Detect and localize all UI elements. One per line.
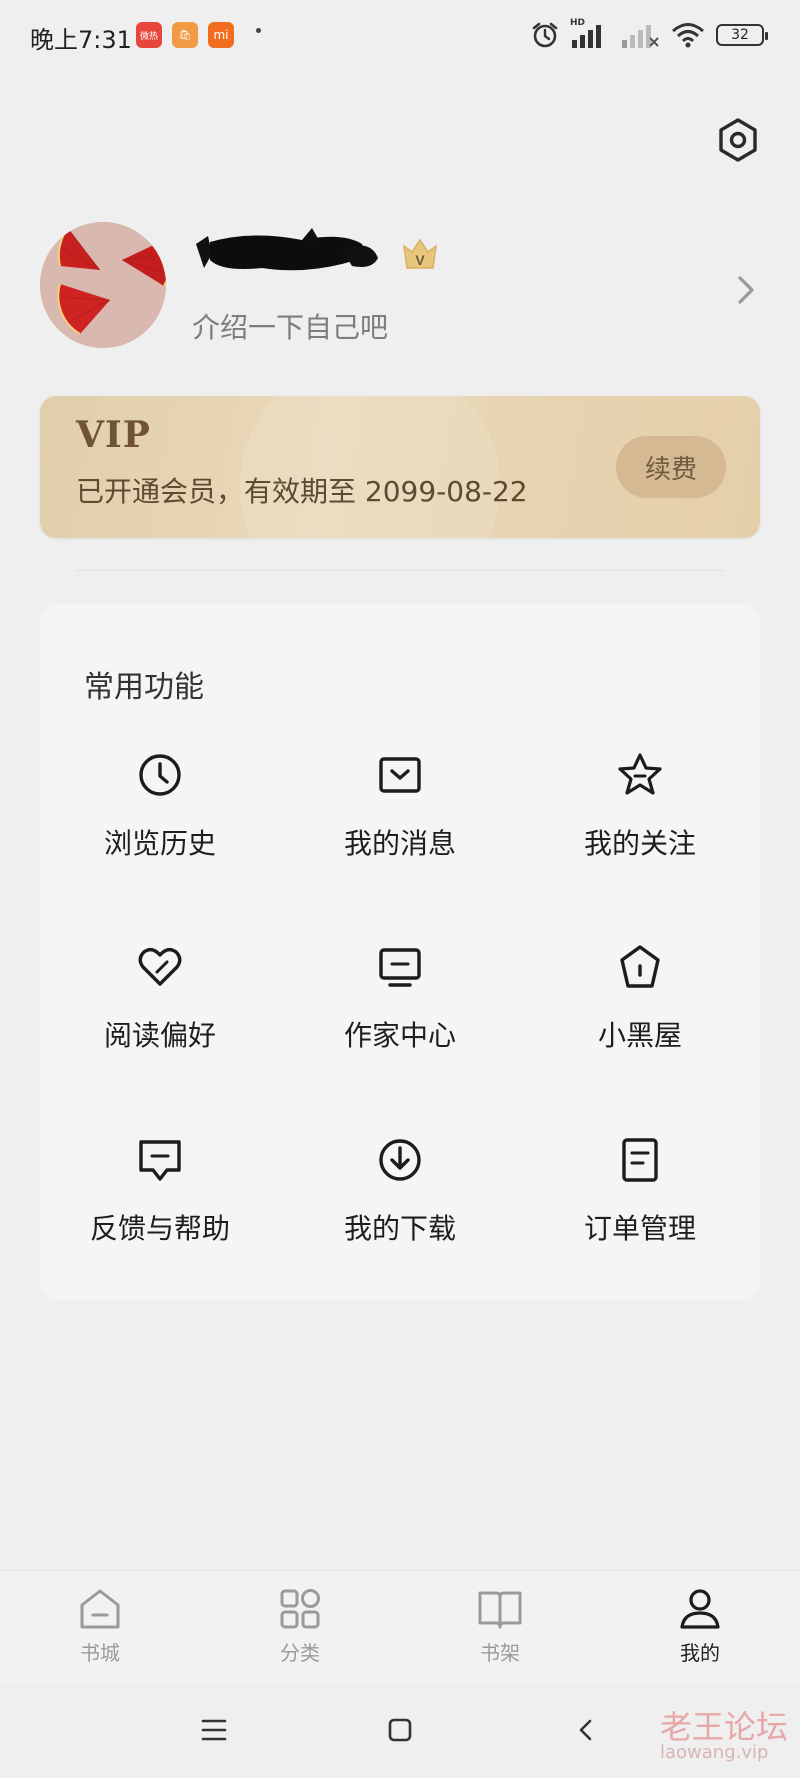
avatar[interactable] (40, 222, 166, 348)
feature-label: 我的关注 (583, 827, 696, 860)
wifi-icon (672, 23, 704, 48)
crown-v-icon: V (403, 238, 437, 269)
tab-bookstore[interactable]: 书城 (0, 1571, 200, 1683)
tab-mine[interactable]: 我的 (600, 1571, 800, 1683)
divider (76, 570, 724, 571)
vip-card[interactable]: VIP 已开通会员，有效期至 2099-08-22 续费 (40, 396, 760, 538)
chevron-right-icon[interactable] (732, 270, 760, 310)
clock-icon (139, 754, 181, 796)
section-title: 常用功能 (84, 670, 204, 705)
feature-label: 阅读偏好 (103, 1019, 216, 1052)
book-icon (478, 1591, 522, 1629)
username-redacted (196, 228, 378, 271)
grid-icon (280, 1589, 320, 1629)
download-icon (379, 1139, 421, 1181)
alarm-icon (532, 22, 558, 48)
bottom-tab-bar: 书城 分类 书架 我的 (0, 1570, 800, 1683)
feature-browse-history[interactable]: 浏览历史 (40, 734, 280, 884)
home-nav-icon[interactable] (370, 1700, 430, 1760)
feature-my-messages[interactable]: 我的消息 (280, 734, 520, 884)
feature-label: 浏览历史 (103, 827, 216, 860)
feature-label: 反馈与帮助 (89, 1212, 230, 1245)
status-indicators: HD 32 (530, 18, 768, 50)
crown-letter: V (415, 252, 425, 268)
tab-category[interactable]: 分类 (200, 1571, 400, 1683)
status-time: 晚上7:31 (30, 26, 132, 54)
watermark-url: laowang.vip (660, 1742, 769, 1763)
message-box-icon (379, 757, 421, 793)
features-card: 常用功能 浏览历史 我的消息 我的关注 阅读偏好 作家中心 小黑屋 反馈与帮助 … (40, 604, 760, 1300)
feature-label: 我的消息 (343, 827, 456, 860)
bio-text[interactable]: 介绍一下自己吧 (192, 306, 388, 346)
feature-label: 小黑屋 (597, 1019, 682, 1052)
feature-order-management[interactable]: 订单管理 (520, 1119, 760, 1269)
feature-blackroom[interactable]: 小黑屋 (520, 926, 760, 1076)
vip-expiry-text: 已开通会员，有效期至 2099-08-22 (76, 475, 528, 508)
avatar-fan-image (40, 222, 166, 348)
heart-icon (138, 947, 182, 986)
tab-label: 我的 (680, 1641, 720, 1665)
feature-author-center[interactable]: 作家中心 (280, 926, 520, 1076)
monitor-icon (379, 948, 421, 987)
mi-badge-icon: mi (208, 22, 234, 48)
menu-nav-icon[interactable] (184, 1700, 244, 1760)
status-bar: 晚上7:31 微热 🛍 mi HD 32 (0, 0, 800, 72)
feature-reading-preference[interactable]: 阅读偏好 (40, 926, 280, 1076)
tab-label: 分类 (280, 1641, 320, 1665)
status-dot (256, 28, 261, 33)
back-nav-icon[interactable] (556, 1700, 616, 1760)
tab-bookshelf[interactable]: 书架 (400, 1571, 600, 1683)
weibo-badge-icon: 微热 (136, 22, 162, 48)
tab-label: 书架 (480, 1641, 520, 1665)
feedback-icon (139, 1140, 181, 1181)
vip-title: VIP (76, 414, 151, 456)
feature-my-follows[interactable]: 我的关注 (520, 734, 760, 884)
feature-my-downloads[interactable]: 我的下载 (280, 1119, 520, 1269)
tab-label: 书城 (80, 1641, 120, 1665)
renew-button[interactable]: 续费 (616, 436, 726, 498)
feature-feedback-help[interactable]: 反馈与帮助 (40, 1119, 280, 1269)
order-icon (622, 1138, 658, 1182)
signal-weak-icon (622, 25, 659, 48)
battery-indicator: 32 (716, 24, 768, 46)
feature-label: 我的下载 (343, 1212, 456, 1245)
star-icon (618, 753, 662, 795)
person-icon (680, 1589, 720, 1629)
home-icon (80, 1589, 120, 1629)
signal-hd-icon: HD (570, 18, 610, 50)
settings-hexagon-icon[interactable] (714, 116, 762, 164)
feature-label: 订单管理 (583, 1212, 696, 1245)
shop-badge-icon: 🛍 (172, 22, 198, 48)
feature-label: 作家中心 (343, 1019, 456, 1052)
house-icon (620, 945, 660, 988)
